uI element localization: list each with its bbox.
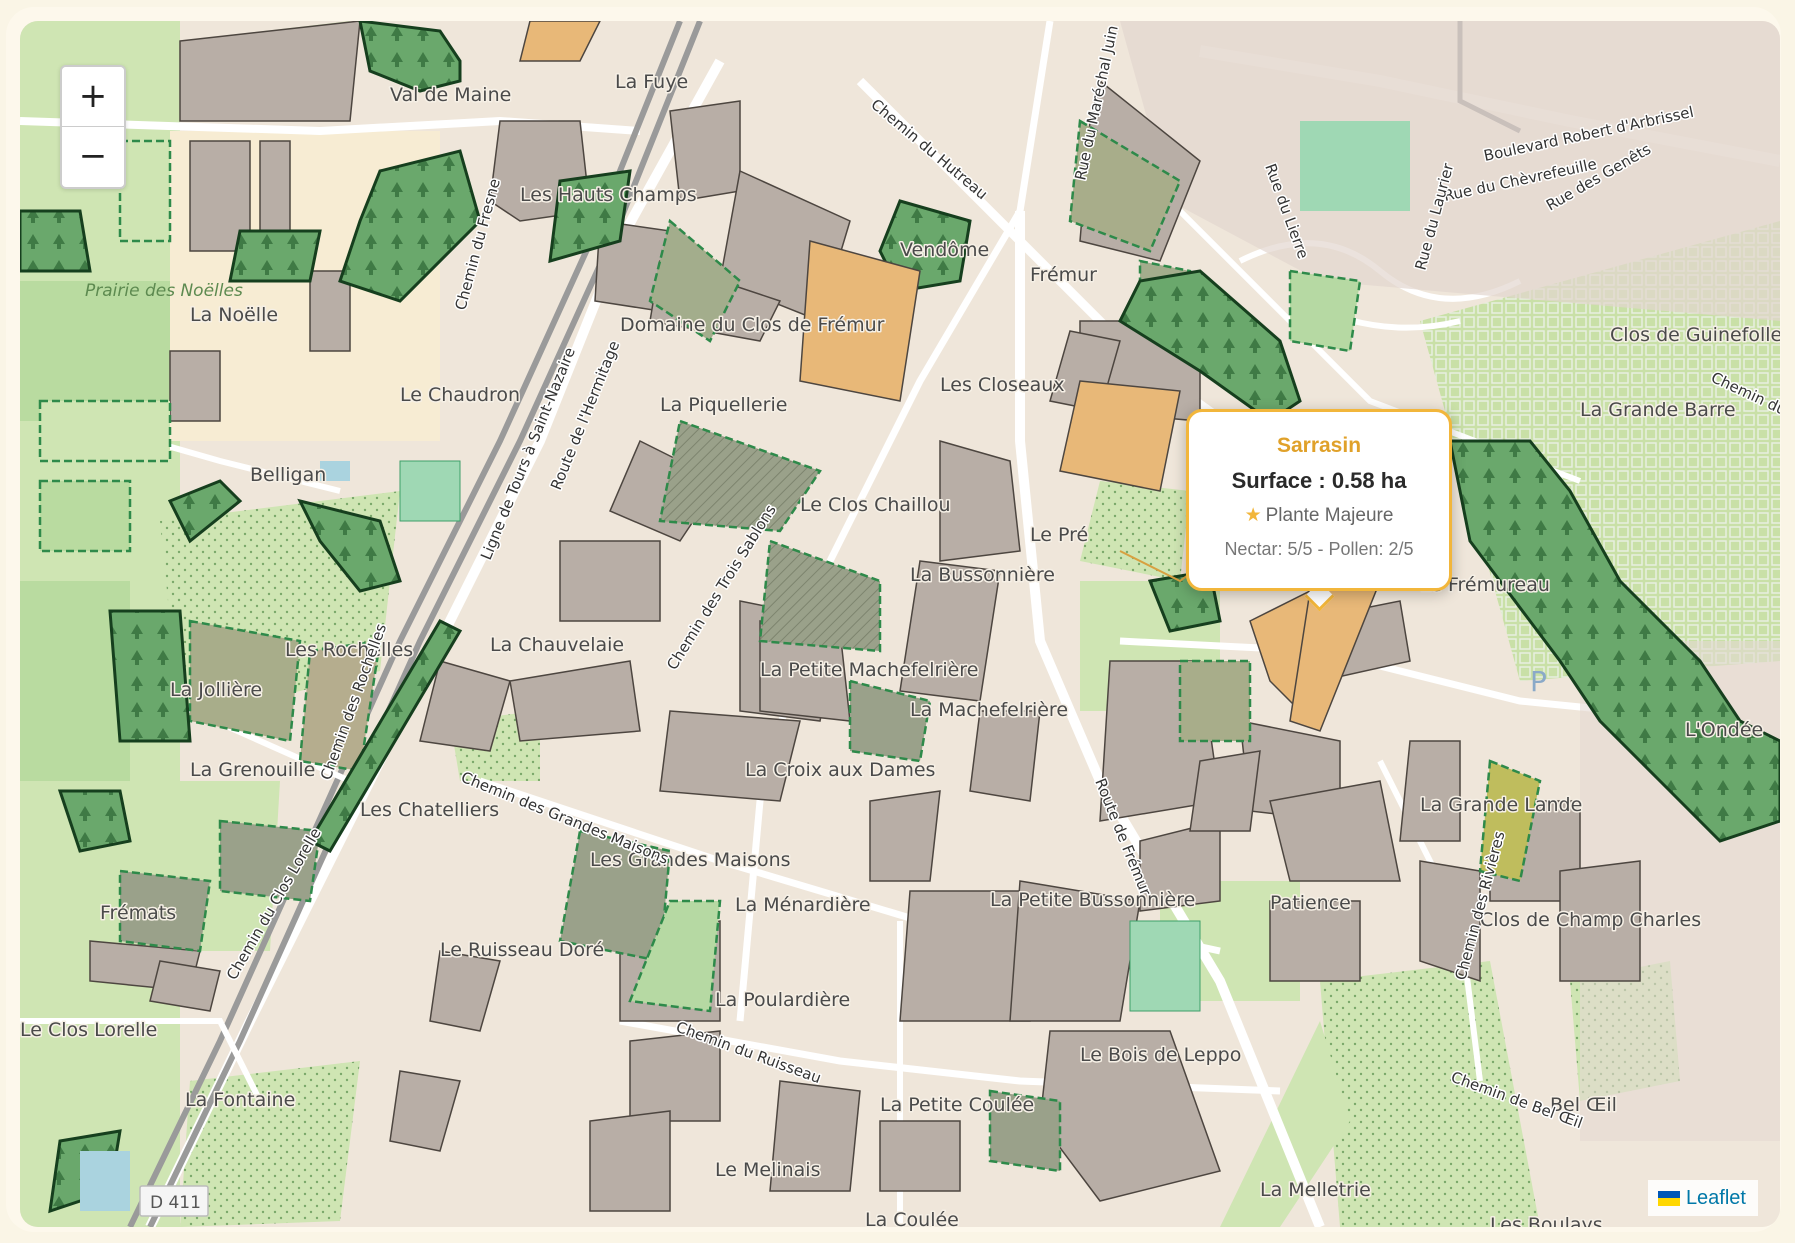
place-label: Le Bois de Leppo bbox=[1080, 1044, 1241, 1066]
popup-category-label: Plante Majeure bbox=[1265, 505, 1394, 526]
leaflet-link[interactable]: Leaflet bbox=[1686, 1187, 1746, 1209]
place-label: Domaine du Clos de Frémur bbox=[620, 314, 885, 336]
place-label: La Poulardière bbox=[715, 989, 850, 1011]
road-ref-label: D 411 bbox=[150, 1193, 201, 1213]
place-label: Les Boulays bbox=[1490, 1214, 1603, 1227]
place-label: Frémur bbox=[1030, 264, 1097, 286]
star-icon: ★ bbox=[1244, 505, 1262, 526]
place-label: La Jollière bbox=[170, 679, 262, 701]
place-label: La Petite Coulée bbox=[880, 1094, 1034, 1116]
zoom-out-button[interactable]: − bbox=[62, 127, 124, 186]
place-label: La Chauvelaie bbox=[490, 634, 624, 656]
place-label: Val de Maine bbox=[390, 84, 511, 106]
place-label: La Melletrie bbox=[1260, 1179, 1371, 1201]
zoom-in-button[interactable]: + bbox=[62, 67, 124, 127]
map-tiles[interactable]: Val de Maine La Fuye Les Hauts Champs Pr… bbox=[20, 21, 1780, 1227]
zoom-control: + − bbox=[60, 65, 126, 189]
place-label: Le Pré bbox=[1030, 524, 1088, 546]
place-label: Les Chatelliers bbox=[360, 799, 499, 821]
place-label: La Petite Machefelrière bbox=[760, 659, 978, 681]
place-label: La Bussonnière bbox=[910, 564, 1055, 586]
place-label: La Grande Lande bbox=[1420, 794, 1582, 816]
popup-nectar-pollen: Nectar: 5/5 - Pollen: 2/5 bbox=[1224, 539, 1414, 559]
place-label: Les Grandes Maisons bbox=[590, 849, 791, 871]
attribution: Leaflet bbox=[1647, 1180, 1758, 1216]
place-label: La Piquellerie bbox=[660, 394, 787, 416]
map-card: Val de Maine La Fuye Les Hauts Champs Pr… bbox=[6, 7, 1781, 1232]
place-label: La Noëlle bbox=[190, 304, 278, 326]
place-label: Vendôme bbox=[900, 239, 989, 261]
place-label: La Ménardière bbox=[735, 894, 871, 916]
place-label: Le Clos Lorelle bbox=[20, 1019, 157, 1041]
place-label: Frémats bbox=[100, 902, 176, 924]
place-label: Le Melinais bbox=[715, 1159, 820, 1181]
parcel-popup: Sarrasin Surface : 0.58 ha ★ Plante Majeu… bbox=[1186, 409, 1452, 591]
place-label: L'Ondée bbox=[1685, 719, 1763, 741]
place-label: Patience bbox=[1270, 892, 1351, 914]
place-label: Prairie des Noëlles bbox=[85, 281, 243, 301]
place-label: Les Rochelles bbox=[285, 639, 413, 661]
ukraine-flag-icon bbox=[1657, 1191, 1680, 1206]
place-label: La Fuye bbox=[615, 71, 688, 93]
place-label: Les Closeaux bbox=[940, 374, 1065, 396]
parking-icon: P bbox=[1530, 665, 1547, 698]
place-label: Clos de Guinefolle bbox=[1610, 324, 1780, 346]
place-label: La Grande Barre bbox=[1580, 399, 1736, 421]
place-label: Clos de Champ Charles bbox=[1480, 909, 1701, 931]
place-label: La Croix aux Dames bbox=[745, 759, 935, 781]
place-label: La Petite Bussonnière bbox=[990, 889, 1195, 911]
place-label: La Coulée bbox=[865, 1209, 959, 1227]
popup-surface: Surface : 0.58 ha bbox=[1231, 468, 1407, 493]
place-label: Belligan bbox=[250, 464, 326, 486]
place-label: La Machefelrière bbox=[910, 699, 1068, 721]
place-label: La Fontaine bbox=[185, 1089, 295, 1111]
place-label: Le Clos Chaillou bbox=[800, 494, 951, 516]
popup-category: ★ Plante Majeure bbox=[1189, 504, 1449, 527]
place-label: La Grenouille bbox=[190, 759, 315, 781]
place-label: Le Ruisseau Doré bbox=[440, 939, 604, 961]
place-label: Le Chaudron bbox=[400, 384, 520, 406]
place-label: Les Hauts Champs bbox=[520, 184, 697, 206]
map-viewport[interactable]: Val de Maine La Fuye Les Hauts Champs Pr… bbox=[20, 21, 1780, 1227]
popup-title: Sarrasin bbox=[1276, 434, 1362, 457]
